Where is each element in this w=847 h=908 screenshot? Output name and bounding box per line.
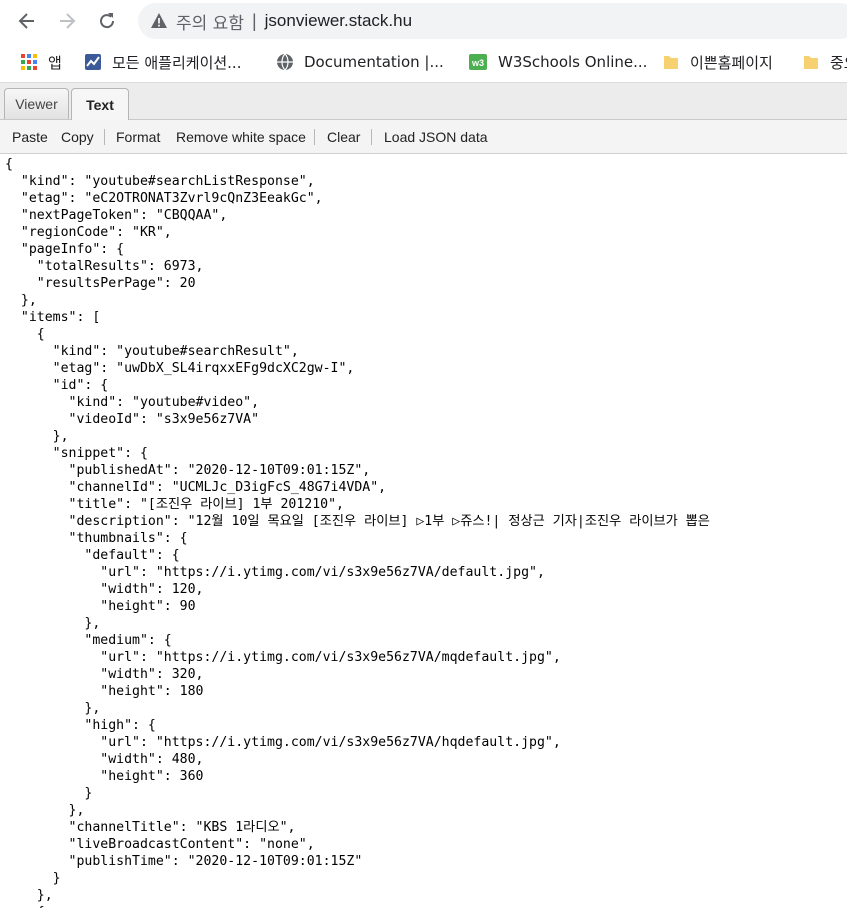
bookmark-label: 모든 애플리케이션... (112, 53, 242, 72)
code-line: "thumbnails": { (5, 531, 188, 546)
bookmark-folder-important[interactable]: 중요 (802, 42, 847, 82)
code-line: } (5, 871, 61, 886)
code-line: "default": { (5, 548, 180, 563)
bookmarks-bar: 앱 모든 애플리케이션... Documentation |... w3 W3S… (0, 42, 847, 83)
code-line: "title": "[조진우 라이브] 1부 201210", (5, 497, 344, 512)
code-line: "high": { (5, 718, 156, 733)
tab-viewer[interactable]: Viewer (4, 88, 69, 119)
toolbar-divider (314, 129, 315, 145)
code-line: "kind": "youtube#video", (5, 395, 260, 410)
bookmark-label: Documentation |... (304, 53, 444, 71)
clear-button[interactable]: Clear (327, 120, 360, 153)
code-line: "height": 90 (5, 599, 196, 614)
format-button[interactable]: Format (116, 120, 160, 153)
bookmark-label: 이쁜홈페이지 (690, 53, 773, 72)
code-line: "description": "12월 10일 목요일 [조진우 라이브] ▷1… (5, 514, 710, 529)
code-line: "height": 180 (5, 684, 204, 699)
code-line: "width": 480, (5, 752, 204, 767)
back-arrow-icon (18, 13, 34, 29)
bookmark-documentation[interactable]: Documentation |... (276, 42, 444, 82)
code-line: "width": 120, (5, 582, 204, 597)
code-line: "regionCode": "KR", (5, 225, 172, 240)
json-text-content: { "kind": "youtube#searchListResponse", … (5, 156, 710, 908)
browser-toolbar: 주의 요함 | jsonviewer.stack.hu (0, 0, 847, 42)
bookmark-label: 중요 (830, 53, 847, 72)
code-line: "etag": "eC2OTRONAT3Zvrl9cQnZ3EeakGc", (5, 191, 323, 206)
warning-icon (151, 13, 167, 28)
code-line: } (5, 786, 93, 801)
load-json-button[interactable]: Load JSON data (384, 120, 488, 153)
code-line: }, (5, 701, 101, 716)
code-line: "kind": "youtube#searchListResponse", (5, 174, 315, 189)
code-line: { (5, 157, 13, 172)
folder-icon (804, 56, 818, 69)
code-line: { (5, 327, 45, 342)
bookmark-w3schools[interactable]: w3 W3Schools Online... (468, 42, 647, 82)
code-line: "pageInfo": { (5, 242, 125, 257)
reload-icon (100, 13, 115, 29)
remove-whitespace-button[interactable]: Remove white space (176, 120, 306, 153)
reload-button[interactable] (94, 8, 120, 34)
code-line: "url": "https://i.ytimg.com/vi/s3x9e56z7… (5, 565, 545, 580)
forward-arrow-icon (60, 13, 76, 29)
json-text-editor[interactable]: { "kind": "youtube#searchListResponse", … (0, 154, 847, 908)
back-button[interactable] (14, 8, 40, 34)
toolbar-divider (104, 129, 105, 145)
tab-label: Text (86, 96, 114, 113)
code-line: "width": 320, (5, 667, 204, 682)
code-line: "url": "https://i.ytimg.com/vi/s3x9e56z7… (5, 650, 561, 665)
svg-text:w3: w3 (471, 58, 484, 68)
copy-button[interactable]: Copy (61, 120, 94, 153)
code-line: "kind": "youtube#searchResult", (5, 344, 299, 359)
code-line: }, (5, 429, 69, 444)
tab-label: Viewer (15, 96, 58, 112)
code-line: { (5, 904, 710, 908)
code-line: "channelTitle": "KBS 1라디오", (5, 820, 296, 835)
bookmark-folder-pretty-homepage[interactable]: 이쁜홈페이지 (662, 42, 773, 82)
toolbar-divider (371, 129, 372, 145)
code-line: "etag": "uwDbX_SL4irqxxEFg9dcXC2gw-I", (5, 361, 355, 376)
text-toolbar: Paste Copy Format Remove white space Cle… (0, 120, 847, 154)
code-line: "items": [ (5, 310, 101, 325)
bookmark-label: 앱 (48, 53, 62, 72)
code-line: "height": 360 (5, 769, 204, 784)
w3schools-icon: w3 (469, 54, 487, 70)
folder-icon (664, 56, 678, 69)
code-line: "channelId": "UCMLJc_D3igFcS_48G7i4VDA", (5, 480, 387, 495)
code-line: "url": "https://i.ytimg.com/vi/s3x9e56z7… (5, 735, 561, 750)
code-line: "medium": { (5, 633, 172, 648)
code-line: "id": { (5, 378, 109, 393)
paste-button[interactable]: Paste (12, 120, 48, 153)
address-bar[interactable]: 주의 요함 | jsonviewer.stack.hu (138, 3, 847, 39)
view-tabs: Viewer Text (0, 83, 847, 120)
address-separator: | (251, 10, 257, 31)
bookmark-label: W3Schools Online... (498, 53, 648, 71)
code-line: "liveBroadcastContent": "none", (5, 837, 315, 852)
bookmark-apps[interactable]: 앱 (20, 42, 62, 82)
chart-app-icon (85, 54, 101, 70)
security-warning-label: 주의 요함 (176, 13, 244, 34)
code-line: }, (5, 888, 53, 903)
globe-icon (277, 53, 293, 71)
code-line: }, (5, 616, 101, 631)
code-line: "resultsPerPage": 20 (5, 276, 196, 291)
code-line: "publishTime": "2020-12-10T09:01:15Z" (5, 854, 363, 869)
code-line: }, (5, 803, 85, 818)
forward-button[interactable] (54, 8, 80, 34)
url-text: jsonviewer.stack.hu (264, 11, 413, 30)
code-line: "publishedAt": "2020-12-10T09:01:15Z", (5, 463, 371, 478)
code-line: "snippet": { (5, 446, 148, 461)
code-line: "videoId": "s3x9e56z7VA" (5, 412, 260, 427)
code-line: }, (5, 293, 37, 308)
code-line: "totalResults": 6973, (5, 259, 204, 274)
bookmark-all-applications[interactable]: 모든 애플리케이션... (84, 42, 241, 82)
code-line: "nextPageToken": "CBQQAA", (5, 208, 228, 223)
tab-text[interactable]: Text (71, 88, 129, 120)
apps-grid-icon (21, 54, 37, 70)
